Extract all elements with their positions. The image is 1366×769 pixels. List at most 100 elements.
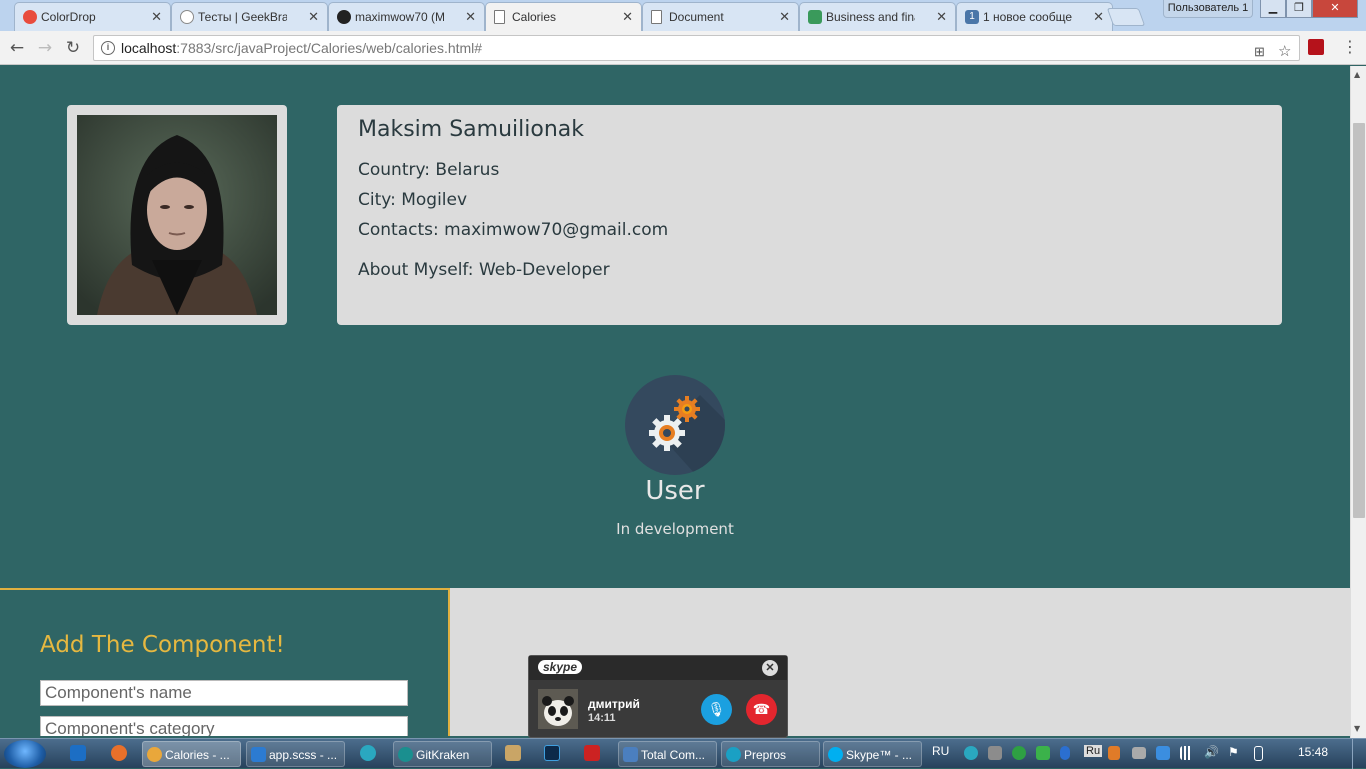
tab-colordrop[interactable]: ColorDrop ✕ — [14, 2, 171, 31]
reload-icon[interactable]: ↻ — [62, 37, 84, 59]
tab-github[interactable]: maximwow70 (Ma ✕ — [328, 2, 485, 31]
taskbar-item-label: GitKraken — [416, 748, 470, 762]
taskbar-item-appscss[interactable]: app.scss - ... — [246, 741, 345, 767]
caller-name: дмитрий — [588, 697, 640, 711]
close-icon[interactable]: ✕ — [151, 9, 162, 25]
save-disk-icon[interactable] — [584, 745, 600, 761]
tab-label: Business and finan — [826, 10, 915, 24]
keyboard-layout-indicator[interactable]: Ru — [1084, 745, 1103, 757]
forward-arrow-icon[interactable]: → — [34, 37, 56, 59]
bookmark-star-icon[interactable]: ☆ — [1278, 40, 1291, 64]
close-icon[interactable]: ✕ — [762, 660, 778, 676]
business-icon — [808, 10, 822, 24]
browser-tab-strip: ColorDrop ✕ Тесты | GeekBrains ✕ maximwo… — [0, 0, 1366, 32]
bluetooth-icon[interactable] — [1060, 746, 1070, 760]
close-icon[interactable]: ✕ — [622, 9, 633, 25]
document-icon — [494, 10, 505, 24]
address-bar[interactable]: i localhost:7883/src/javaProject/Calorie… — [93, 35, 1300, 61]
page-scrollbar[interactable]: ▲ ▼ — [1350, 66, 1366, 738]
vscode-icon — [251, 747, 266, 762]
profile-info-card: Maksim Samuilionak Country: Belarus City… — [337, 105, 1282, 325]
scroll-down-icon[interactable]: ▼ — [1354, 724, 1360, 733]
tray-monitor-icon[interactable] — [1132, 747, 1146, 759]
tab-vk-messages[interactable]: 1 1 новое сообщен ✕ — [956, 2, 1113, 31]
info-icon[interactable]: i — [101, 41, 115, 55]
scroll-thumb[interactable] — [1353, 123, 1365, 518]
component-name-input[interactable]: Component's name — [40, 680, 408, 706]
tab-calories[interactable]: Calories ✕ — [485, 2, 642, 32]
total-commander-icon — [623, 747, 638, 762]
microphone-icon: 🎙 — [707, 701, 726, 717]
maximize-button[interactable]: ❐ — [1286, 0, 1312, 18]
tab-document[interactable]: Document ✕ — [642, 2, 799, 31]
colordrop-icon — [23, 10, 37, 24]
skype-call-popup: skype ✕ дмитрий 14:11 🎙 ☎ — [528, 655, 788, 738]
taskbar-item-gitkraken[interactable]: GitKraken — [393, 741, 492, 767]
tray-sync-icon[interactable] — [1012, 746, 1026, 760]
back-arrow-icon[interactable]: ← — [6, 37, 28, 59]
speaker-icon[interactable]: 🔊 — [1204, 745, 1219, 759]
tab-label: ColorDrop — [41, 10, 96, 24]
profile-photo-card — [67, 105, 287, 325]
pdf-extension-icon[interactable] — [1308, 39, 1324, 55]
taskbar-item-calories[interactable]: Calories - ... — [142, 741, 241, 767]
profile-name: Maksim Samuilionak — [358, 117, 584, 142]
microphone-button[interactable]: 🎙 — [701, 694, 732, 725]
window-close-button[interactable]: ✕ — [1312, 0, 1358, 18]
close-icon[interactable]: ✕ — [308, 9, 319, 25]
prepros-icon — [726, 747, 741, 762]
app-box-icon[interactable] — [505, 745, 521, 761]
firefox-icon[interactable] — [111, 745, 127, 761]
new-tab-button[interactable] — [1106, 8, 1146, 26]
taskbar-item-totalcommander[interactable]: Total Com... — [618, 741, 717, 767]
menu-icon[interactable]: ⋮ — [1342, 37, 1358, 56]
tray-check-icon[interactable] — [1036, 746, 1050, 760]
close-icon[interactable]: ✕ — [779, 9, 790, 25]
skype-icon — [828, 747, 843, 762]
app-pinned-icon[interactable] — [70, 745, 86, 761]
tab-label: maximwow70 (Ma — [355, 10, 444, 24]
close-icon[interactable]: ✕ — [1093, 9, 1104, 25]
tray-volume-alert-icon[interactable] — [1108, 746, 1120, 760]
component-category-input[interactable]: Component's category — [40, 716, 408, 736]
taskbar-item-label: app.scss - ... — [269, 748, 338, 762]
browser-toolbar: ← → ↻ i localhost:7883/src/javaProject/C… — [0, 31, 1366, 65]
profile-about: About Myself: Web-Developer — [358, 260, 610, 280]
taskbar-item-skype[interactable]: Skype™ - ... — [823, 741, 922, 767]
translate-icon[interactable]: ⊞ — [1254, 40, 1265, 64]
user-section-title: User — [645, 476, 705, 506]
url-host: localhost — [121, 40, 177, 56]
hang-up-button[interactable]: ☎ — [746, 694, 777, 725]
minimize-button[interactable]: ▁ — [1260, 0, 1286, 18]
language-indicator[interactable]: RU — [932, 744, 949, 758]
add-component-panel: Add The Component! Component's name Comp… — [0, 588, 450, 736]
taskbar-item-prepros[interactable]: Prepros — [721, 741, 820, 767]
gears-icon — [625, 375, 725, 475]
close-icon[interactable]: ✕ — [465, 9, 476, 25]
tab-business[interactable]: Business and finan ✕ — [799, 2, 956, 31]
battery-icon[interactable] — [1254, 746, 1263, 761]
tray-device-icon[interactable] — [988, 746, 1002, 760]
profile-city: City: Mogilev — [358, 190, 468, 210]
close-icon[interactable]: ✕ — [936, 9, 947, 25]
gitkraken-icon — [398, 747, 413, 762]
signal-strength-icon[interactable] — [1180, 746, 1194, 760]
app-circle-icon[interactable] — [360, 745, 376, 761]
caller-avatar — [538, 689, 578, 729]
profile-user-label[interactable]: Пользователь 1 — [1163, 0, 1253, 18]
github-icon — [337, 10, 351, 24]
taskbar-item-label: Prepros — [744, 748, 787, 762]
tray-network-app-icon[interactable] — [1156, 746, 1170, 760]
skype-logo: skype — [538, 660, 583, 674]
tab-geekbrains[interactable]: Тесты | GeekBrains ✕ — [171, 2, 328, 31]
action-center-flag-icon[interactable]: ⚑ — [1228, 745, 1239, 759]
tab-label: Calories — [512, 10, 557, 24]
tab-label: Тесты | GeekBrains — [198, 10, 287, 24]
scroll-up-icon[interactable]: ▲ — [1354, 70, 1360, 79]
tray-app-icon[interactable] — [964, 746, 978, 760]
show-desktop-button[interactable] — [1352, 739, 1366, 769]
start-button[interactable] — [4, 740, 46, 768]
clock[interactable]: 15:48 — [1298, 745, 1328, 759]
document-icon — [651, 10, 662, 24]
photoshop-icon[interactable] — [544, 745, 560, 761]
